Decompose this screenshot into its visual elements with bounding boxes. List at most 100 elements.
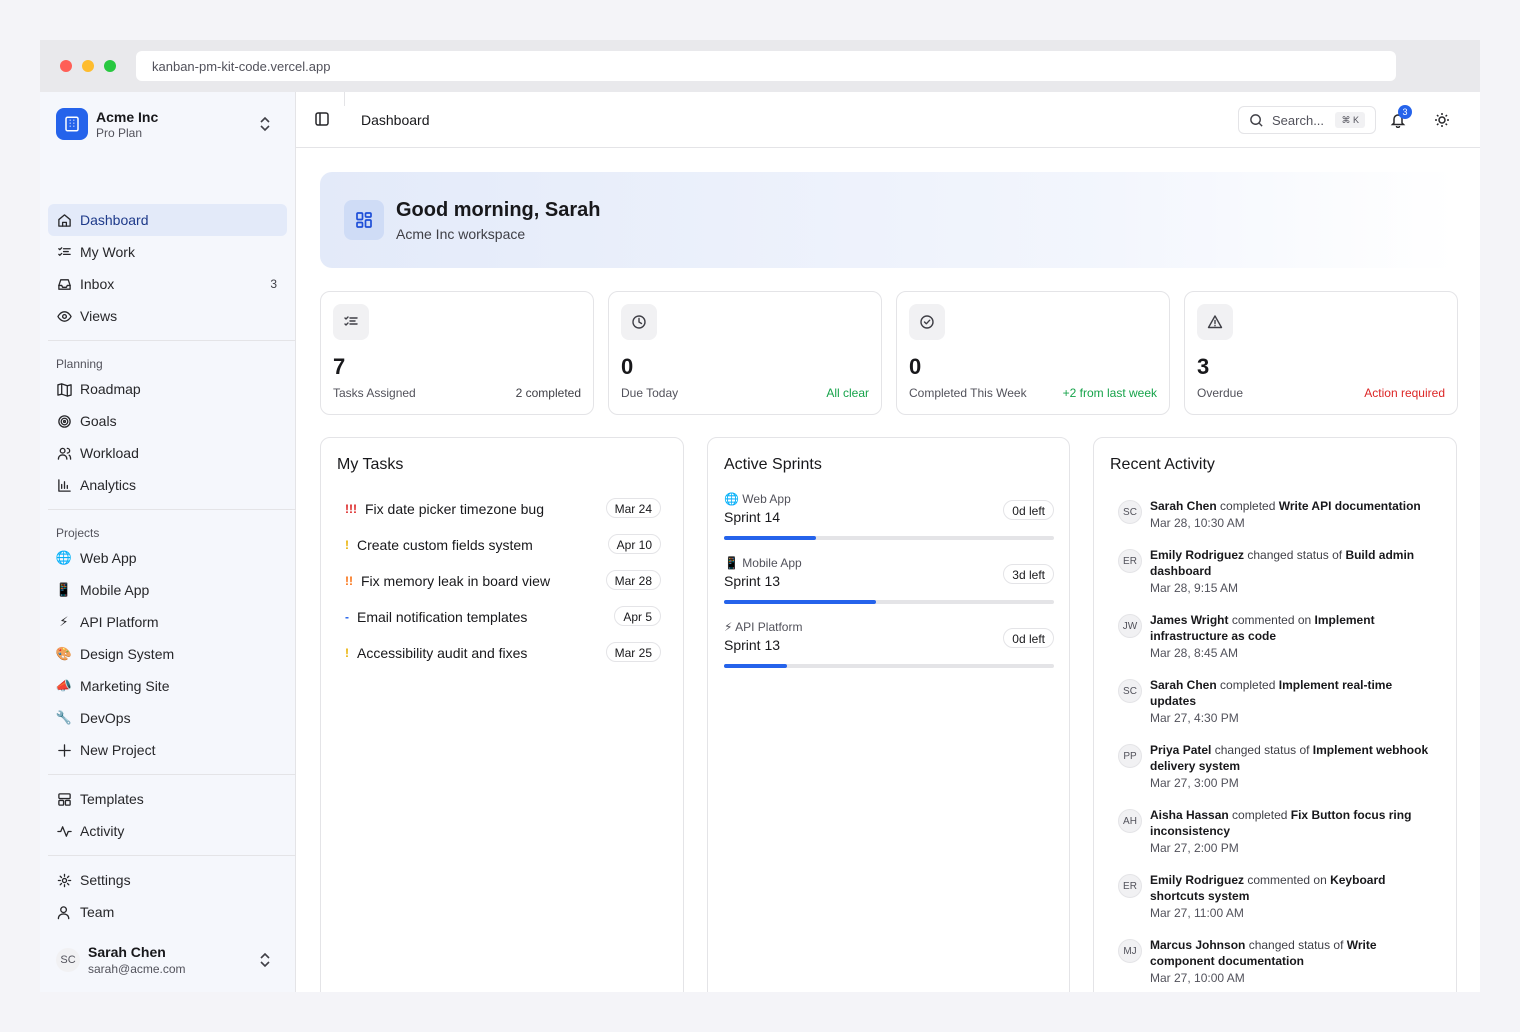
sidebar-item-label: DevOps [80,710,131,726]
sidebar-item-label: Settings [80,872,131,888]
minimize-window-button[interactable] [82,60,94,72]
sidebar-item-roadmap[interactable]: Roadmap [48,373,287,405]
active-sprints-title: Active Sprints [724,456,822,473]
task-row[interactable]: !! Fix memory leak in board view Mar 28 [337,567,669,595]
task-row[interactable]: ! Accessibility audit and fixes Mar 25 [337,639,669,667]
sidebar-item-mobile-app[interactable]: 📱 Mobile App [48,574,287,606]
check-circle-icon [909,304,945,340]
stat-value: 7 [333,354,346,379]
activity-target[interactable]: Write API documentation [1279,499,1421,513]
divider [344,92,345,106]
sidebar-item-inbox[interactable]: Inbox 3 [48,268,287,300]
workspace-switcher[interactable]: Acme Inc Pro Plan [56,108,280,142]
priority-indicator: !! [345,574,353,588]
priority-indicator: ! [345,646,349,660]
sidebar-item-my-work[interactable]: My Work [48,236,287,268]
sprint-item[interactable]: ⚡ API Platform Sprint 13 0d left [724,620,1054,676]
activity-user: Emily Rodriguez [1150,548,1245,562]
activity-time: Mar 27, 10:00 AM [1150,971,1245,985]
sidebar-item-goals[interactable]: Goals [48,405,287,437]
megaphone-emoji: 📣 [55,678,73,693]
sidebar-item-devops[interactable]: 🔧 DevOps [48,702,287,734]
sidebar-item-activity[interactable]: Activity [48,815,287,847]
warning-icon [1197,304,1233,340]
task-name: Email notification templates [357,609,528,625]
sidebar-item-api-platform[interactable]: ⚡ API Platform [48,606,287,638]
sun-icon[interactable] [1434,112,1450,128]
sprint-project-name: API Platform [735,620,803,634]
sidebar: Acme Inc Pro Plan Dashboard My Work Inbox 3… [40,92,296,992]
recent-activity-title: Recent Activity [1110,456,1215,473]
close-window-button[interactable] [60,60,72,72]
sidebar-item-settings[interactable]: Settings [48,864,287,896]
activity-text: Aisha Hassan completed Fix Button focus … [1150,807,1440,856]
users-icon [56,445,72,461]
activity-user: Aisha Hassan [1150,808,1229,822]
sidebar-item-web-app[interactable]: 🌐 Web App [48,542,287,574]
stat-note: +2 from last week [1062,386,1157,400]
sidebar-item-new-project[interactable]: New Project [48,734,287,766]
sidebar-item-label: Team [80,904,115,920]
sidebar-item-templates[interactable]: Templates [48,783,287,815]
sidebar-toggle-icon[interactable] [314,111,330,127]
avatar: JW [1118,614,1142,638]
stat-value: 0 [621,354,634,379]
sidebar-item-views[interactable]: Views [48,300,287,332]
chevrons-up-down-icon [260,116,270,132]
sidebar-item-design-system[interactable]: 🎨 Design System [48,638,287,670]
activity-user: Marcus Johnson [1150,938,1246,952]
template-icon [56,791,72,807]
task-row[interactable]: ! Create custom fields system Apr 10 [337,531,669,559]
active-sprints-card: Active Sprints 🌐 Web App Sprint 14 0d left… [707,437,1070,992]
stat-note: 2 completed [515,386,581,400]
plus-icon [56,742,72,758]
maximize-window-button[interactable] [104,60,116,72]
sidebar-item-team[interactable]: Team [48,896,287,928]
task-row[interactable]: !!! Fix date picker timezone bug Mar 24 [337,495,669,523]
activity-action: completed [1232,808,1288,822]
activity-user: Sarah Chen [1150,678,1217,692]
sidebar-item-dashboard[interactable]: Dashboard [48,204,287,236]
gear-icon [56,872,72,888]
stat-card: 3 Overdue Action required [1184,291,1458,415]
sidebar-item-analytics[interactable]: Analytics [48,469,287,501]
my-tasks-card: My Tasks !!! Fix date picker timezone bug… [320,437,684,992]
sprint-item[interactable]: 🌐 Web App Sprint 14 0d left [724,492,1054,548]
divider [48,774,295,775]
greeting-title: Good morning, Sarah [396,199,601,221]
sprint-progress-track [724,536,1054,540]
sidebar-item-label: Templates [80,791,144,807]
activity-text: Priya Patel changed status of Implement … [1150,742,1440,791]
stat-value: 0 [909,354,922,379]
project-icon: 📱 [724,556,739,570]
days-left-badge: 0d left [1003,628,1054,648]
sprint-project-name: Web App [742,492,791,506]
divider [48,509,295,510]
breadcrumb: Dashboard [361,112,430,128]
sidebar-item-marketing-site[interactable]: 📣 Marketing Site [48,670,287,702]
stat-note: Action required [1364,386,1445,400]
sidebar-item-label: Inbox [80,276,115,292]
stat-label: Tasks Assigned [333,386,416,400]
priority-indicator: - [345,610,349,624]
stat-label: Overdue [1197,386,1244,400]
sidebar-item-label: New Project [80,742,156,758]
task-row[interactable]: - Email notification templates Apr 5 [337,603,669,631]
activity-user: Priya Patel [1150,743,1212,757]
planning-section-label: Planning [56,357,103,371]
sprint-progress-track [724,664,1054,668]
search-button[interactable]: Search... ⌘ K [1238,106,1376,134]
task-name: Create custom fields system [357,537,533,553]
address-bar[interactable]: kanban-pm-kit-code.vercel.app [136,51,1396,81]
stat-card: 0 Completed This Week +2 from last week [896,291,1170,415]
sidebar-item-label: My Work [80,244,135,260]
recent-activity-card: Recent Activity SC Sarah Chen completed W… [1093,437,1457,992]
project-icon: ⚡ [724,620,733,634]
activity-action: completed [1220,678,1276,692]
phone-emoji: 📱 [55,582,73,597]
chevrons-up-down-icon [260,952,270,968]
activity-user: Sarah Chen [1150,499,1217,513]
sidebar-item-workload[interactable]: Workload [48,437,287,469]
user-menu[interactable]: SC Sarah Chen sarah@acme.com [56,944,280,984]
sprint-item[interactable]: 📱 Mobile App Sprint 13 3d left [724,556,1054,612]
